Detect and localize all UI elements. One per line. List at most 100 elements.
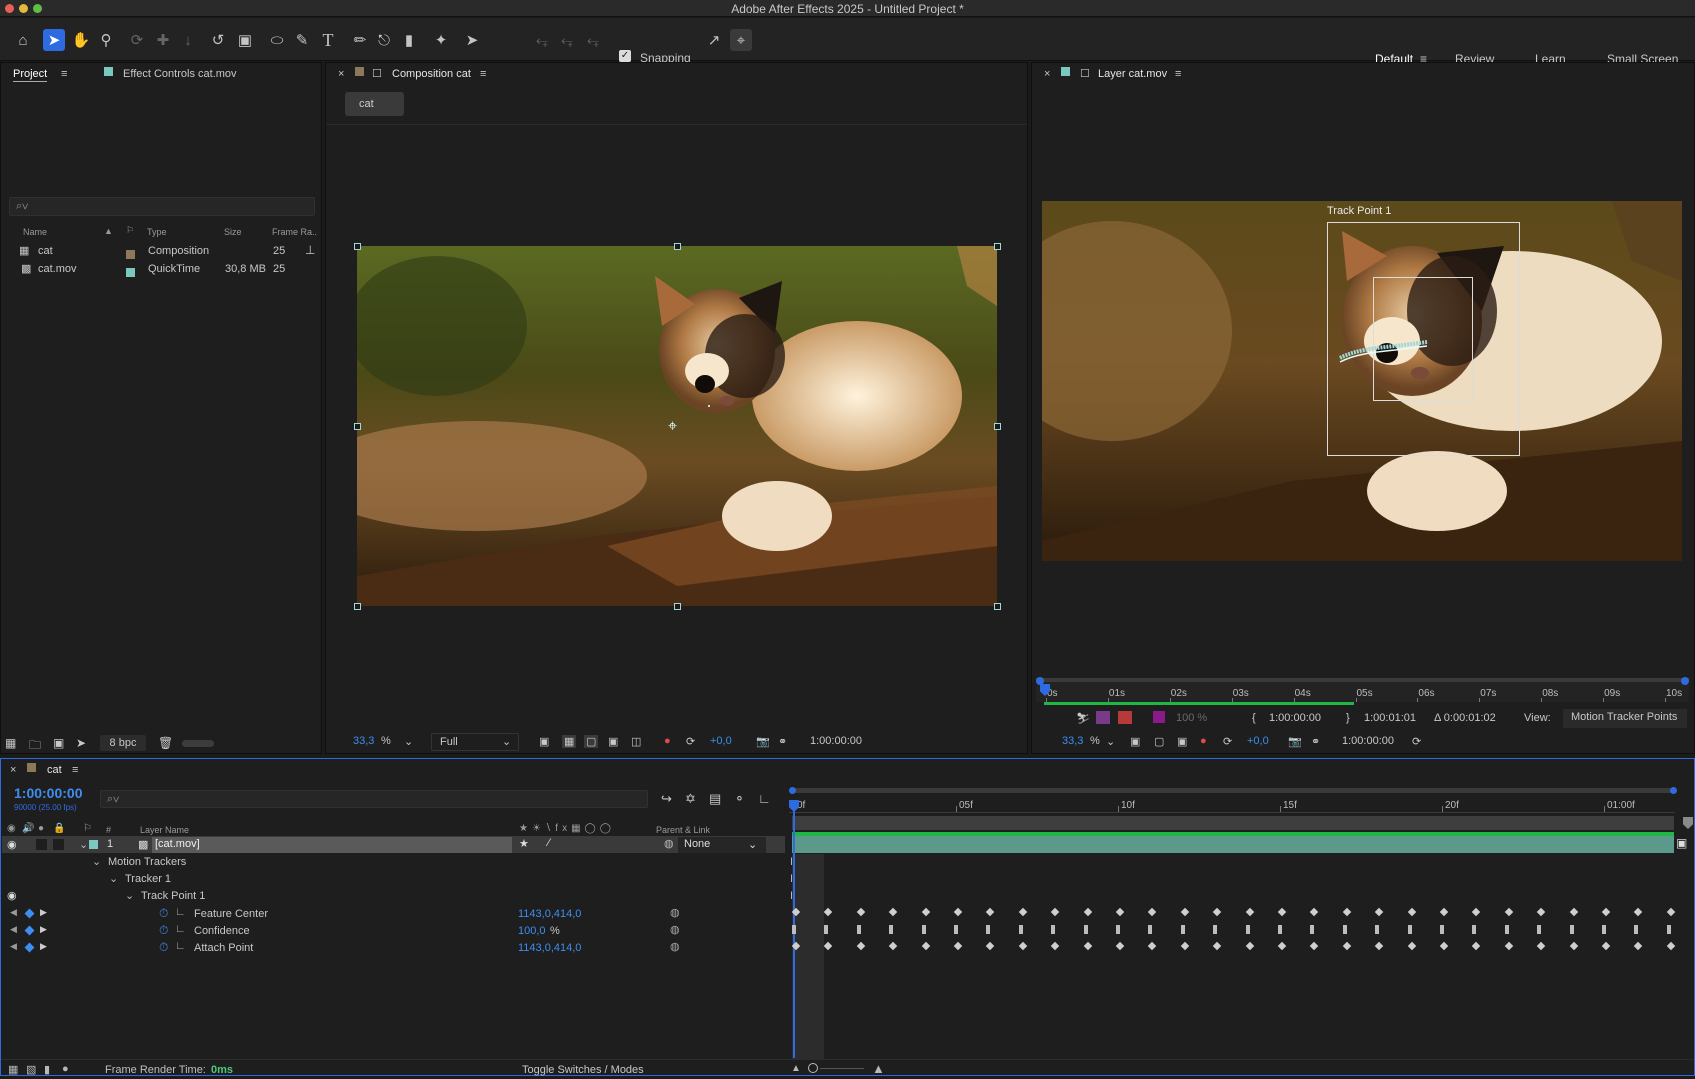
- confidence-keyframe[interactable]: [1051, 925, 1056, 934]
- new-composition-icon[interactable]: ▣: [53, 736, 64, 750]
- transparency-grid-icon[interactable]: ▦: [562, 735, 577, 748]
- property-value[interactable]: 1143,0,414,0: [518, 908, 581, 920]
- lock-switch-icon[interactable]: 🔒: [53, 823, 65, 834]
- eraser-tool-icon[interactable]: ▮: [398, 29, 420, 51]
- project-search-input[interactable]: ⌕∨: [9, 197, 315, 216]
- project-item[interactable]: ▦ cat Composition 25 ⊥: [2, 242, 322, 260]
- keyframe-toggle-icon[interactable]: [24, 942, 35, 953]
- new-folder-icon[interactable]: 🗀: [29, 736, 41, 757]
- next-keyframe-icon[interactable]: ▶: [40, 924, 47, 935]
- property-row[interactable]: ◀ ▶ ⏱ ∟ Confidence 100,0% ◍: [2, 923, 785, 940]
- channel-icon[interactable]: ●: [664, 735, 671, 747]
- expression-pickwhip-icon[interactable]: ◍: [670, 906, 680, 919]
- transform-handle[interactable]: [994, 243, 1001, 250]
- tab-timeline-comp[interactable]: cat: [47, 764, 62, 776]
- timeline-search-input[interactable]: ⌕∨: [100, 790, 648, 808]
- exposure-value[interactable]: +0,0: [710, 735, 732, 747]
- current-time[interactable]: 1:00:00:00: [1342, 735, 1394, 747]
- close-tab-icon[interactable]: ×: [1044, 68, 1050, 80]
- composition-mini-flowchart-icon[interactable]: ↪: [661, 791, 672, 807]
- expression-pickwhip-icon[interactable]: ◍: [670, 940, 680, 953]
- expand-collapse-icon[interactable]: ▧: [26, 1063, 36, 1076]
- anchor-point-icon[interactable]: ⌖: [668, 418, 677, 436]
- track-point-group[interactable]: Track Point 1: [141, 890, 205, 902]
- in-point[interactable]: 1:00:00:00: [1269, 712, 1321, 724]
- audio-switch-icon[interactable]: 🔊: [22, 823, 34, 834]
- frame-blending-icon[interactable]: ▤: [709, 791, 721, 807]
- view-select[interactable]: Motion Tracker Points: [1563, 709, 1687, 728]
- transparency-grid-icon[interactable]: ▣: [1130, 735, 1140, 748]
- visibility-icon[interactable]: ◉: [7, 889, 17, 902]
- clone-stamp-icon[interactable]: ⎋: [373, 29, 395, 51]
- confidence-keyframe[interactable]: [1342, 925, 1347, 934]
- ellipse-tool-icon[interactable]: ⬭: [266, 29, 288, 51]
- close-tab-icon[interactable]: ×: [10, 764, 16, 776]
- zoom-value[interactable]: 33,3: [353, 735, 374, 747]
- confidence-keyframe[interactable]: [1213, 925, 1218, 934]
- expression-pickwhip-icon[interactable]: ◍: [670, 923, 680, 936]
- confidence-keyframe[interactable]: [1310, 925, 1315, 934]
- zoom-dropdown-icon[interactable]: ⌄: [404, 735, 413, 748]
- motion-blur-icon[interactable]: ⚬: [734, 791, 745, 807]
- comp-flowchart-icon[interactable]: ▦: [8, 1063, 18, 1076]
- graph-editor-icon[interactable]: ∟: [758, 791, 771, 806]
- expand-group-icon[interactable]: ⌄: [109, 872, 118, 885]
- transform-handle[interactable]: [354, 243, 361, 250]
- work-area-end[interactable]: [1670, 787, 1677, 794]
- parent-dropdown-icon[interactable]: ⌄: [748, 838, 757, 851]
- interpret-footage-icon[interactable]: ▦: [5, 736, 16, 750]
- solo-switch-icon[interactable]: ●: [38, 823, 44, 834]
- graph-icon[interactable]: ∟: [175, 940, 186, 952]
- color-management-icon[interactable]: ⟳: [1223, 735, 1232, 748]
- trash-icon[interactable]: 🗑: [158, 736, 173, 750]
- resolution-dropdown-icon[interactable]: ⌄: [502, 735, 511, 748]
- panel-menu-icon[interactable]: ≡: [61, 68, 67, 80]
- pan-behind-icon[interactable]: ▣: [234, 29, 256, 51]
- lock-checkbox[interactable]: [53, 839, 64, 850]
- home-icon[interactable]: ⌂: [12, 29, 34, 51]
- confidence-keyframe[interactable]: [824, 925, 829, 934]
- confidence-keyframe[interactable]: [1537, 925, 1542, 934]
- column-type[interactable]: Type: [147, 227, 167, 237]
- prev-keyframe-icon[interactable]: ◀: [10, 907, 17, 918]
- render-toggle-icon[interactable]: ⛷: [1076, 712, 1090, 725]
- axis-view-icon[interactable]: ⥆: [582, 29, 604, 51]
- channel-icon[interactable]: ●: [1200, 735, 1207, 747]
- thumbnail-slider[interactable]: [182, 740, 214, 747]
- zoom-value[interactable]: 33,3: [1062, 735, 1083, 747]
- bit-depth-button[interactable]: 8 bpc: [100, 735, 146, 751]
- snapping-checkbox[interactable]: ✓: [619, 50, 631, 62]
- orbit-camera-icon[interactable]: ⟳: [126, 29, 148, 51]
- panel-menu-icon[interactable]: ≡: [1175, 68, 1181, 80]
- color-swatch-icon[interactable]: [1153, 711, 1165, 723]
- shy-switch-icon[interactable]: ★: [519, 837, 529, 850]
- composition-nav-tab[interactable]: cat: [345, 92, 404, 116]
- confidence-keyframe[interactable]: [1472, 925, 1477, 934]
- type-tool-icon[interactable]: T: [317, 29, 339, 51]
- confidence-keyframe[interactable]: [921, 925, 926, 934]
- opacity-value[interactable]: 100 %: [1176, 712, 1207, 724]
- hand-tool-icon[interactable]: ✋: [70, 29, 92, 51]
- label-column-icon[interactable]: ⚐: [83, 823, 92, 834]
- confidence-keyframe[interactable]: [1148, 925, 1153, 934]
- work-area-end[interactable]: [1681, 677, 1689, 685]
- draft-3d-icon[interactable]: ✡: [685, 791, 696, 807]
- confidence-keyframe[interactable]: [1569, 925, 1574, 934]
- confidence-keyframe[interactable]: [792, 925, 796, 934]
- grid-guides-icon[interactable]: ▣: [608, 735, 618, 748]
- work-area-start[interactable]: [1036, 677, 1044, 685]
- stopwatch-icon[interactable]: ⏱: [159, 906, 168, 921]
- pan-camera-icon[interactable]: ✚: [152, 29, 174, 51]
- confidence-keyframe[interactable]: [954, 925, 958, 934]
- transform-handle[interactable]: [994, 603, 1001, 610]
- sort-ascending-icon[interactable]: ▲: [104, 226, 113, 236]
- pen-tool-icon[interactable]: ✎: [291, 29, 313, 51]
- prev-keyframe-icon[interactable]: ◀: [10, 941, 17, 952]
- onion-skin-after-icon[interactable]: [1118, 711, 1132, 724]
- quality-switch-icon[interactable]: ∕: [548, 837, 550, 849]
- confidence-keyframe[interactable]: [1375, 925, 1380, 934]
- transform-handle[interactable]: [674, 603, 681, 610]
- in-out-icon[interactable]: ▮: [44, 1063, 50, 1076]
- axis-world-icon[interactable]: ⥆: [556, 29, 578, 51]
- prev-keyframe-icon[interactable]: ◀: [10, 924, 17, 935]
